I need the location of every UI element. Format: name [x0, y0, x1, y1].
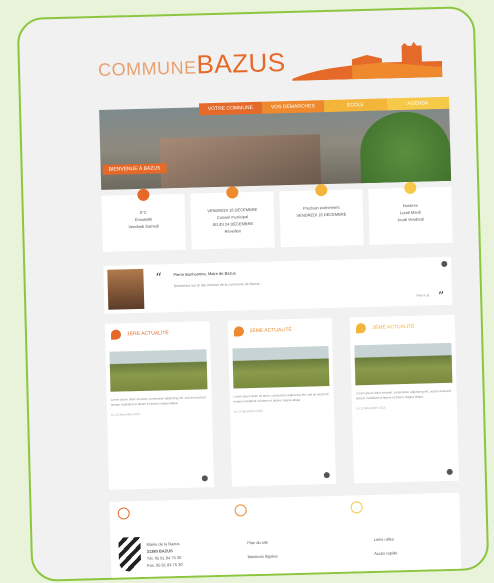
widget-line: Jeudi Vendredi — [397, 216, 424, 223]
tag-icon — [233, 326, 244, 337]
widget-line: Réveillon — [224, 228, 242, 234]
page-card: COMMUNEBAZUS VOTRE COMMUNE VOS DÉMARCHES… — [16, 6, 490, 582]
news-image — [232, 346, 330, 389]
news-image — [109, 349, 208, 392]
site-footer: Mairie de la Bazus 31380 BAZUS Tél. 05 6… — [109, 492, 462, 582]
nav-item[interactable]: VOTRE COMMUNE — [198, 101, 262, 116]
news-excerpt: Lorem ipsum dolor sit amet, consectetur … — [110, 395, 206, 407]
weather-icon — [136, 188, 150, 202]
roofs-photo — [159, 134, 322, 189]
close-quote-icon: ” — [437, 289, 445, 304]
mayor-avatar — [107, 268, 145, 310]
footer-link[interactable]: Accès rapide — [374, 546, 397, 561]
website-mockup: COMMUNEBAZUS VOTRE COMMUNE VOS DÉMARCHES… — [77, 31, 462, 582]
footer-link[interactable]: Liens utiles — [374, 532, 397, 547]
logo-prefix: COMMUNE — [97, 57, 197, 80]
compass-icon — [234, 504, 247, 517]
more-dot-icon[interactable] — [441, 260, 448, 268]
news-excerpt: Lorem ipsum dolor sit amet, consectetur … — [355, 388, 452, 400]
widget-line: Vendredi Samedi — [128, 223, 159, 230]
read-more-dot-icon[interactable] — [201, 475, 208, 482]
news-section: 1ÈRE ACTUALITÉ Lorem ipsum dolor sit ame… — [104, 314, 459, 490]
location-pin-icon — [117, 507, 130, 520]
footer-links: Plan du site Mentions légales — [226, 496, 345, 582]
chat-icon — [403, 181, 416, 195]
footer-link[interactable]: Mentions légales — [247, 549, 277, 564]
read-more-dot-icon[interactable] — [446, 468, 453, 475]
footer-quicklinks: Liens utiles Accès rapide — [343, 493, 462, 582]
clock-icon — [314, 184, 327, 197]
news-image — [354, 342, 453, 386]
nav-item[interactable]: AGENDA — [386, 96, 450, 111]
logo-name: BAZUS — [196, 47, 287, 80]
news-excerpt: Lorem ipsum dolor sit amet, consectetur … — [233, 392, 329, 404]
weather-widget[interactable]: 8°C Ensoleillé Vendredi Samedi — [101, 188, 186, 252]
nav-item[interactable]: VOS DÉMARCHES — [261, 100, 325, 114]
open-quote-icon: “ — [155, 270, 162, 285]
news-card[interactable]: 2ÈME ACTUALITÉ Lorem ipsum dolor sit ame… — [227, 317, 337, 487]
tree-photo — [359, 110, 452, 190]
coat-of-arms-icon — [118, 537, 142, 572]
hero-badge: BIENVENUE À BAZUS — [102, 163, 167, 175]
castle-silhouette-icon — [292, 41, 443, 81]
news-card[interactable]: 1ÈRE ACTUALITÉ Lorem ipsum dolor sit ame… — [104, 321, 214, 490]
nav-item[interactable]: ÉCOLE — [323, 98, 387, 113]
testimonial-block: “ Pierre Bonhomme, Maire de Bazus Bienve… — [103, 256, 453, 314]
event-widget[interactable]: Prochain événement VENDREDI 18 DÉCEMBRE — [279, 184, 364, 248]
footer-link[interactable]: Plan du site — [247, 535, 277, 550]
footer-contact: Mairie de la Bazus 31380 BAZUS Tél. 05 6… — [109, 499, 228, 582]
hours-widget[interactable]: Horaires Lundi Mardi Jeudi Vendredi — [368, 181, 453, 245]
widget-line: VENDREDI 18 DÉCEMBRE — [296, 211, 347, 218]
testimonial-body: Bienvenue sur le site internet de la com… — [173, 281, 261, 289]
testimonial-title: Pierre Bonhomme, Maire de Bazus — [173, 270, 236, 278]
site-header: COMMUNEBAZUS — [77, 31, 448, 87]
hero-image — [99, 100, 452, 190]
clock-icon — [350, 501, 364, 514]
calendar-icon — [225, 186, 238, 199]
address-line: Fax. 05 61 84 75 30 — [147, 561, 183, 568]
site-logo[interactable]: COMMUNEBAZUS — [98, 47, 286, 83]
news-title[interactable]: 3ÈME ACTUALITÉ — [350, 315, 455, 346]
news-card[interactable]: 3ÈME ACTUALITÉ Lorem ipsum dolor sit ame… — [349, 314, 459, 484]
read-more-dot-icon[interactable] — [324, 472, 331, 479]
info-widgets: 8°C Ensoleillé Vendredi Samedi VENDREDI 18… — [101, 181, 453, 252]
agenda-widget[interactable]: VENDREDI 18 DÉCEMBRE Conseil municipal JEU… — [190, 186, 275, 250]
testimonial-author: Pierre B. — [416, 293, 431, 298]
